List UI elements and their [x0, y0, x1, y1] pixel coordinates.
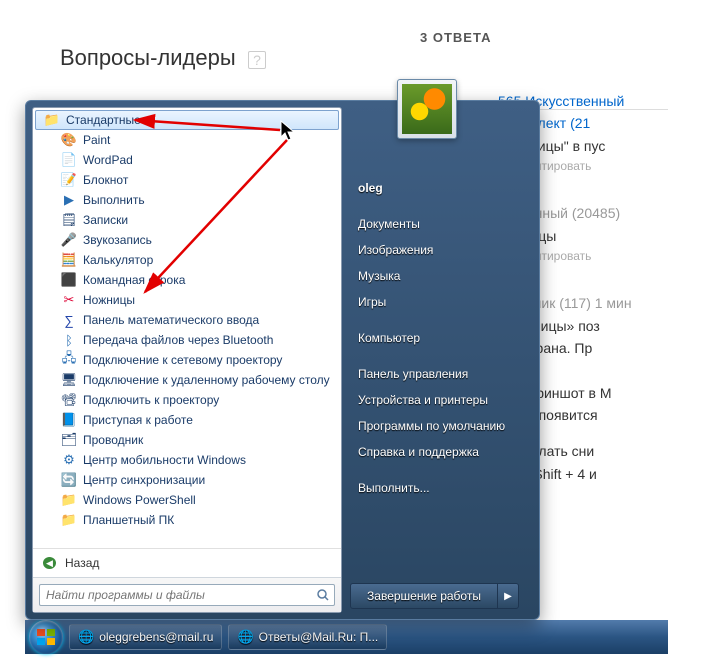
program-label: WordPad — [83, 153, 133, 167]
browser-icon: 🌐 — [78, 629, 94, 645]
program-label: Windows PowerShell — [83, 493, 196, 507]
taskbar-item-label: Ответы@Mail.Ru: П... — [259, 630, 379, 644]
program-item-центр-мобильности-windows[interactable]: Центр мобильности Windows — [33, 450, 341, 470]
program-label: Калькулятор — [83, 253, 153, 267]
start-right-программы-по-умолчанию[interactable]: Программы по умолчанию — [354, 413, 519, 439]
back-arrow-icon — [43, 555, 59, 571]
avatar-image — [402, 84, 452, 134]
start-right-выполнить-[interactable]: Выполнить... — [354, 475, 519, 501]
taskbar-item[interactable]: 🌐 Ответы@Mail.Ru: П... — [228, 624, 387, 650]
folder-icon — [44, 112, 60, 128]
run-icon — [61, 192, 77, 208]
program-label: Звукозапись — [83, 233, 152, 247]
net-icon — [61, 352, 77, 368]
start-right-музыка[interactable]: Музыка — [354, 263, 519, 289]
program-label: Выполнить — [83, 193, 145, 207]
start-right-игры[interactable]: Игры — [354, 289, 519, 315]
program-item-подключение-к-сетевому-проектору[interactable]: Подключение к сетевому проектору — [33, 350, 341, 370]
program-label: Панель математического ввода — [83, 313, 259, 327]
program-label: Блокнот — [83, 173, 128, 187]
start-right-компьютер[interactable]: Компьютер — [354, 325, 519, 351]
program-item-подключение-к-удаленному-рабочему-столу[interactable]: Подключение к удаленному рабочему столу — [33, 370, 341, 390]
search-container — [33, 577, 341, 612]
program-item-панель-математического-ввода[interactable]: Панель математического ввода — [33, 310, 341, 330]
program-label: Проводник — [83, 433, 143, 447]
program-label: Центр синхронизации — [83, 473, 205, 487]
taskbar-item[interactable]: 🌐 oleggrebens@mail.ru — [69, 624, 222, 650]
shutdown-button[interactable]: Завершение работы — [350, 583, 497, 609]
program-label: Командная строка — [83, 273, 185, 287]
start-right-устройства-и-принтеры[interactable]: Устройства и принтеры — [354, 387, 519, 413]
program-item-передача-файлов-через-bluetooth[interactable]: Передача файлов через Bluetooth — [33, 330, 341, 350]
tablet-icon — [61, 512, 77, 528]
program-item-калькулятор[interactable]: Калькулятор — [33, 250, 341, 270]
program-item-приступая-к-работе[interactable]: Приступая к работе — [33, 410, 341, 430]
back-button[interactable]: Назад — [33, 548, 341, 577]
mouse-cursor — [280, 120, 298, 142]
start-right-справка-и-поддержка[interactable]: Справка и поддержка — [354, 439, 519, 465]
page-title: Вопросы-лидеры — [60, 45, 236, 70]
explorer-icon — [61, 432, 77, 448]
program-folder-label: Стандартные — [66, 113, 141, 127]
notes-icon — [61, 212, 77, 228]
notepad-icon — [61, 172, 77, 188]
cmd-icon — [61, 272, 77, 288]
taskbar-item-label: oleggrebens@mail.ru — [99, 630, 213, 644]
browser-icon: 🌐 — [237, 629, 253, 645]
program-label: Центр мобильности Windows — [83, 453, 246, 467]
start-menu-right-panel: oleg ДокументыИзображенияМузыкаИгры Компь… — [342, 107, 527, 613]
ps-icon — [61, 492, 77, 508]
search-input[interactable] — [39, 584, 335, 606]
paint-icon — [61, 132, 77, 148]
program-label: Ножницы — [83, 293, 135, 307]
program-label: Приступая к работе — [83, 413, 193, 427]
program-item-windows-powershell[interactable]: Windows PowerShell — [33, 490, 341, 510]
snip-icon — [61, 292, 77, 308]
program-item-проводник[interactable]: Проводник — [33, 430, 341, 450]
start-menu: Стандартные Paint WordPad Блокнот Выполнить… — [25, 100, 540, 620]
program-item-звукозапись[interactable]: Звукозапись — [33, 230, 341, 250]
wordpad-icon — [61, 152, 77, 168]
program-item-планшетный-пк[interactable]: Планшетный ПК — [33, 510, 341, 530]
program-label: Подключение к сетевому проектору — [83, 353, 282, 367]
start-right-документы[interactable]: Документы — [354, 211, 519, 237]
taskbar: 🌐 oleggrebens@mail.ru 🌐 Ответы@Mail.Ru: П..… — [25, 620, 668, 654]
program-item-блокнот[interactable]: Блокнот — [33, 170, 341, 190]
user-avatar[interactable] — [397, 79, 457, 139]
math-icon — [61, 312, 77, 328]
program-label: Планшетный ПК — [83, 513, 174, 527]
program-item-записки[interactable]: Записки — [33, 210, 341, 230]
mobility-icon — [61, 452, 77, 468]
start-menu-left-panel: Стандартные Paint WordPad Блокнот Выполнить… — [32, 107, 342, 613]
windows-logo-icon — [36, 627, 56, 647]
bt-icon — [61, 332, 77, 348]
user-name[interactable]: oleg — [354, 175, 519, 201]
program-item-подключить-к-проектору[interactable]: Подключить к проектору — [33, 390, 341, 410]
proj-icon — [61, 392, 77, 408]
start-right-изображения[interactable]: Изображения — [354, 237, 519, 263]
help-icon: ? — [248, 51, 266, 69]
sync-icon — [61, 472, 77, 488]
answers-count: 3 ОТВЕТА — [420, 30, 491, 45]
start-button[interactable] — [29, 620, 63, 654]
program-label: Передача файлов через Bluetooth — [83, 333, 273, 347]
start-right-панель-управления[interactable]: Панель управления — [354, 361, 519, 387]
sound-icon — [61, 232, 77, 248]
rdp-icon — [61, 372, 77, 388]
programs-list[interactable]: Стандартные Paint WordPad Блокнот Выполнить… — [33, 108, 341, 548]
program-item-центр-синхронизации[interactable]: Центр синхронизации — [33, 470, 341, 490]
shutdown-options-arrow[interactable]: ▶ — [497, 583, 519, 609]
program-item-выполнить[interactable]: Выполнить — [33, 190, 341, 210]
program-label: Подключить к проектору — [83, 393, 219, 407]
calc-icon — [61, 252, 77, 268]
start-icon — [61, 412, 77, 428]
program-item-ножницы[interactable]: Ножницы — [33, 290, 341, 310]
back-label: Назад — [65, 556, 99, 570]
program-item-wordpad[interactable]: WordPad — [33, 150, 341, 170]
program-label: Записки — [83, 213, 128, 227]
program-label: Paint — [83, 133, 110, 147]
shutdown-control: Завершение работы ▶ — [350, 583, 519, 609]
program-item-командная-строка[interactable]: Командная строка — [33, 270, 341, 290]
program-label: Подключение к удаленному рабочему столу — [83, 373, 330, 387]
